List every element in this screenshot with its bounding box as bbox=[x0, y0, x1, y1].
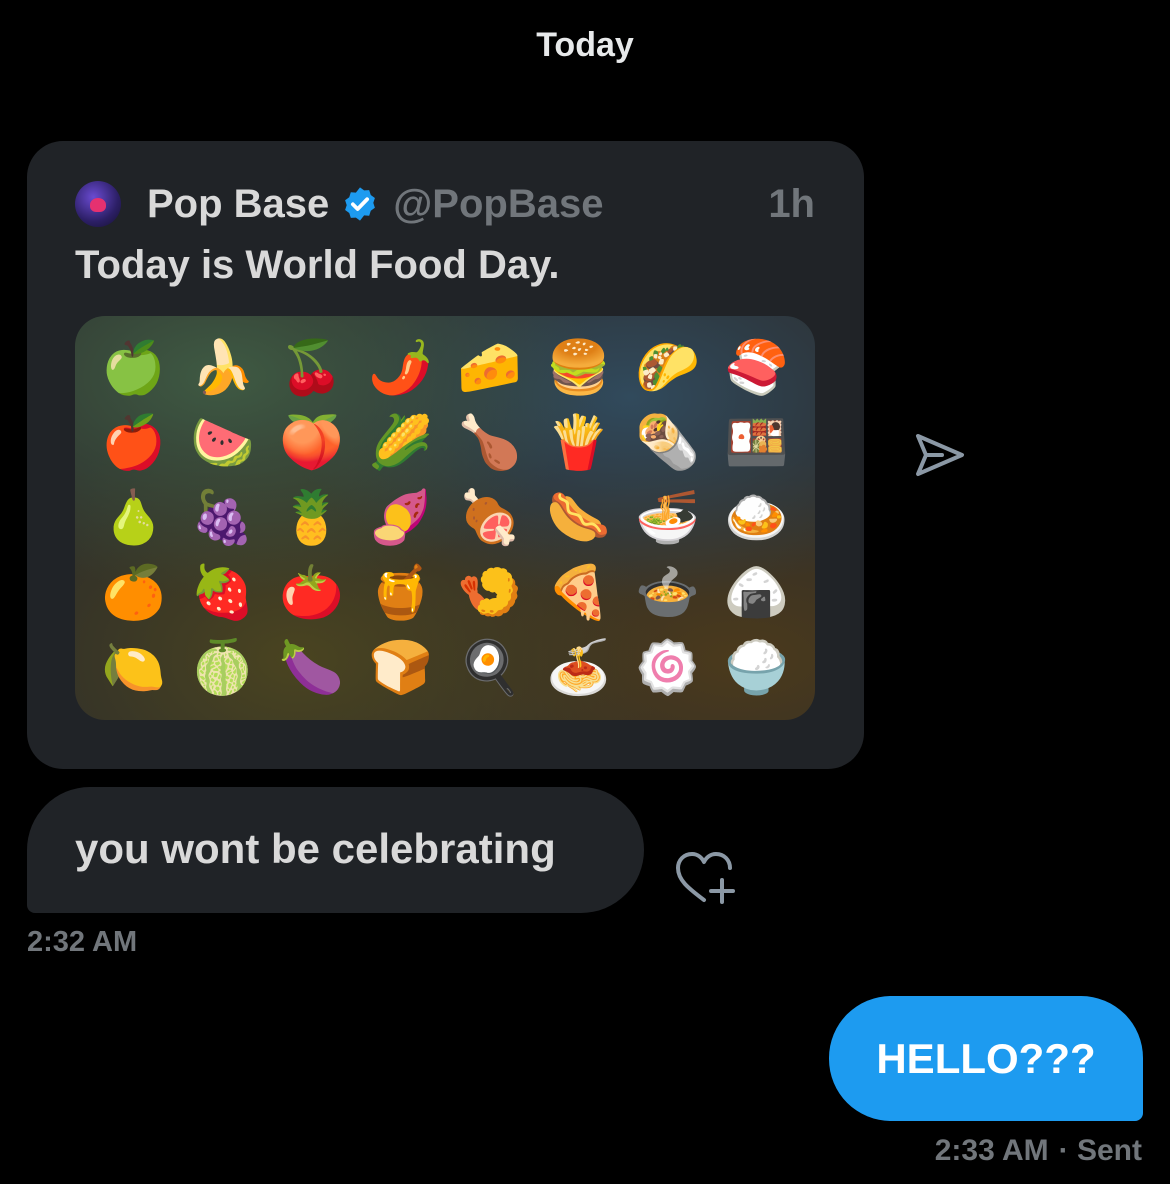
message-bubble-received[interactable]: you wont be celebrating bbox=[27, 787, 644, 913]
food-emoji: 🌯 bbox=[635, 412, 700, 473]
tweet-media-image[interactable]: 🍏 🍌 🍒 🌶️ 🧀 🍔 🌮 🍣 🍎 🍉 🍑 🌽 🍗 🍟 🌯 🍱 🍐 🍇 🍍 🍠… bbox=[75, 316, 815, 720]
food-emoji: 🌮 bbox=[635, 337, 700, 398]
message-text: you wont be celebrating bbox=[75, 825, 556, 872]
food-emoji: 🍊 bbox=[101, 563, 166, 624]
food-emoji: 🍍 bbox=[279, 487, 344, 548]
tweet-text: Today is World Food Day. bbox=[75, 243, 560, 287]
food-emoji: 🍙 bbox=[724, 563, 789, 624]
food-emoji: 🍳 bbox=[457, 638, 522, 699]
share-icon[interactable] bbox=[912, 430, 966, 480]
food-emoji: 🍲 bbox=[635, 563, 700, 624]
food-emoji: 🧀 bbox=[457, 337, 522, 398]
food-emoji: 🍜 bbox=[635, 487, 700, 548]
food-emoji: 🍣 bbox=[724, 337, 789, 398]
author-name[interactable]: Pop Base bbox=[147, 182, 329, 227]
message-text: HELLO??? bbox=[876, 1034, 1096, 1082]
food-emoji: 🍠 bbox=[368, 487, 433, 548]
food-emoji: 🍖 bbox=[457, 487, 522, 548]
food-emoji: 🍞 bbox=[368, 638, 433, 699]
food-emoji: 🌶️ bbox=[368, 337, 433, 398]
food-emoji: 🌽 bbox=[368, 412, 433, 473]
food-emoji: 🍎 bbox=[101, 412, 166, 473]
food-emoji: 🍉 bbox=[190, 412, 255, 473]
food-emoji: 🍒 bbox=[279, 337, 344, 398]
date-separator: Today bbox=[536, 26, 634, 64]
food-emoji: 🍅 bbox=[279, 563, 344, 624]
food-emoji: 🍟 bbox=[546, 412, 611, 473]
food-emoji: 🍕 bbox=[546, 563, 611, 624]
food-emoji: 🍈 bbox=[190, 638, 255, 699]
author-avatar[interactable] bbox=[75, 181, 121, 227]
message-status: · Sent bbox=[1058, 1134, 1142, 1167]
message-meta: 2:33 AM · Sent bbox=[935, 1134, 1142, 1168]
food-emoji: 🍝 bbox=[546, 638, 611, 699]
add-reaction-icon[interactable] bbox=[674, 850, 738, 906]
food-emoji: 🍌 bbox=[190, 337, 255, 398]
food-emoji: 🍏 bbox=[101, 337, 166, 398]
quoted-tweet-card[interactable]: Pop Base @PopBase 1h Today is World Food… bbox=[27, 141, 864, 769]
verified-badge-icon bbox=[345, 187, 376, 221]
food-emoji: 🍑 bbox=[279, 412, 344, 473]
food-emoji: 🍔 bbox=[546, 337, 611, 398]
food-emoji: 🍗 bbox=[457, 412, 522, 473]
tweet-age: 1h bbox=[768, 181, 815, 226]
food-emoji-grid: 🍏 🍌 🍒 🌶️ 🧀 🍔 🌮 🍣 🍎 🍉 🍑 🌽 🍗 🍟 🌯 🍱 🍐 🍇 🍍 🍠… bbox=[89, 330, 801, 706]
food-emoji: 🍇 bbox=[190, 487, 255, 548]
food-emoji: 🌭 bbox=[546, 487, 611, 548]
food-emoji: 🍚 bbox=[724, 638, 789, 699]
message-bubble-sent[interactable]: HELLO??? bbox=[829, 996, 1143, 1121]
food-emoji: 🍯 bbox=[368, 563, 433, 624]
food-emoji: 🍓 bbox=[190, 563, 255, 624]
message-timestamp: 2:33 AM bbox=[934, 1134, 1049, 1167]
author-handle[interactable]: @PopBase bbox=[393, 182, 603, 227]
food-emoji: 🍐 bbox=[101, 487, 166, 548]
food-emoji: 🍛 bbox=[724, 487, 789, 548]
tweet-header: Pop Base @PopBase 1h bbox=[75, 181, 815, 227]
food-emoji: 🍆 bbox=[279, 638, 344, 699]
food-emoji: 🍱 bbox=[724, 412, 789, 473]
food-emoji: 🍋 bbox=[101, 638, 166, 699]
message-timestamp: 2:32 AM bbox=[27, 926, 138, 958]
food-emoji: 🍥 bbox=[635, 638, 700, 699]
food-emoji: 🍤 bbox=[457, 563, 522, 624]
